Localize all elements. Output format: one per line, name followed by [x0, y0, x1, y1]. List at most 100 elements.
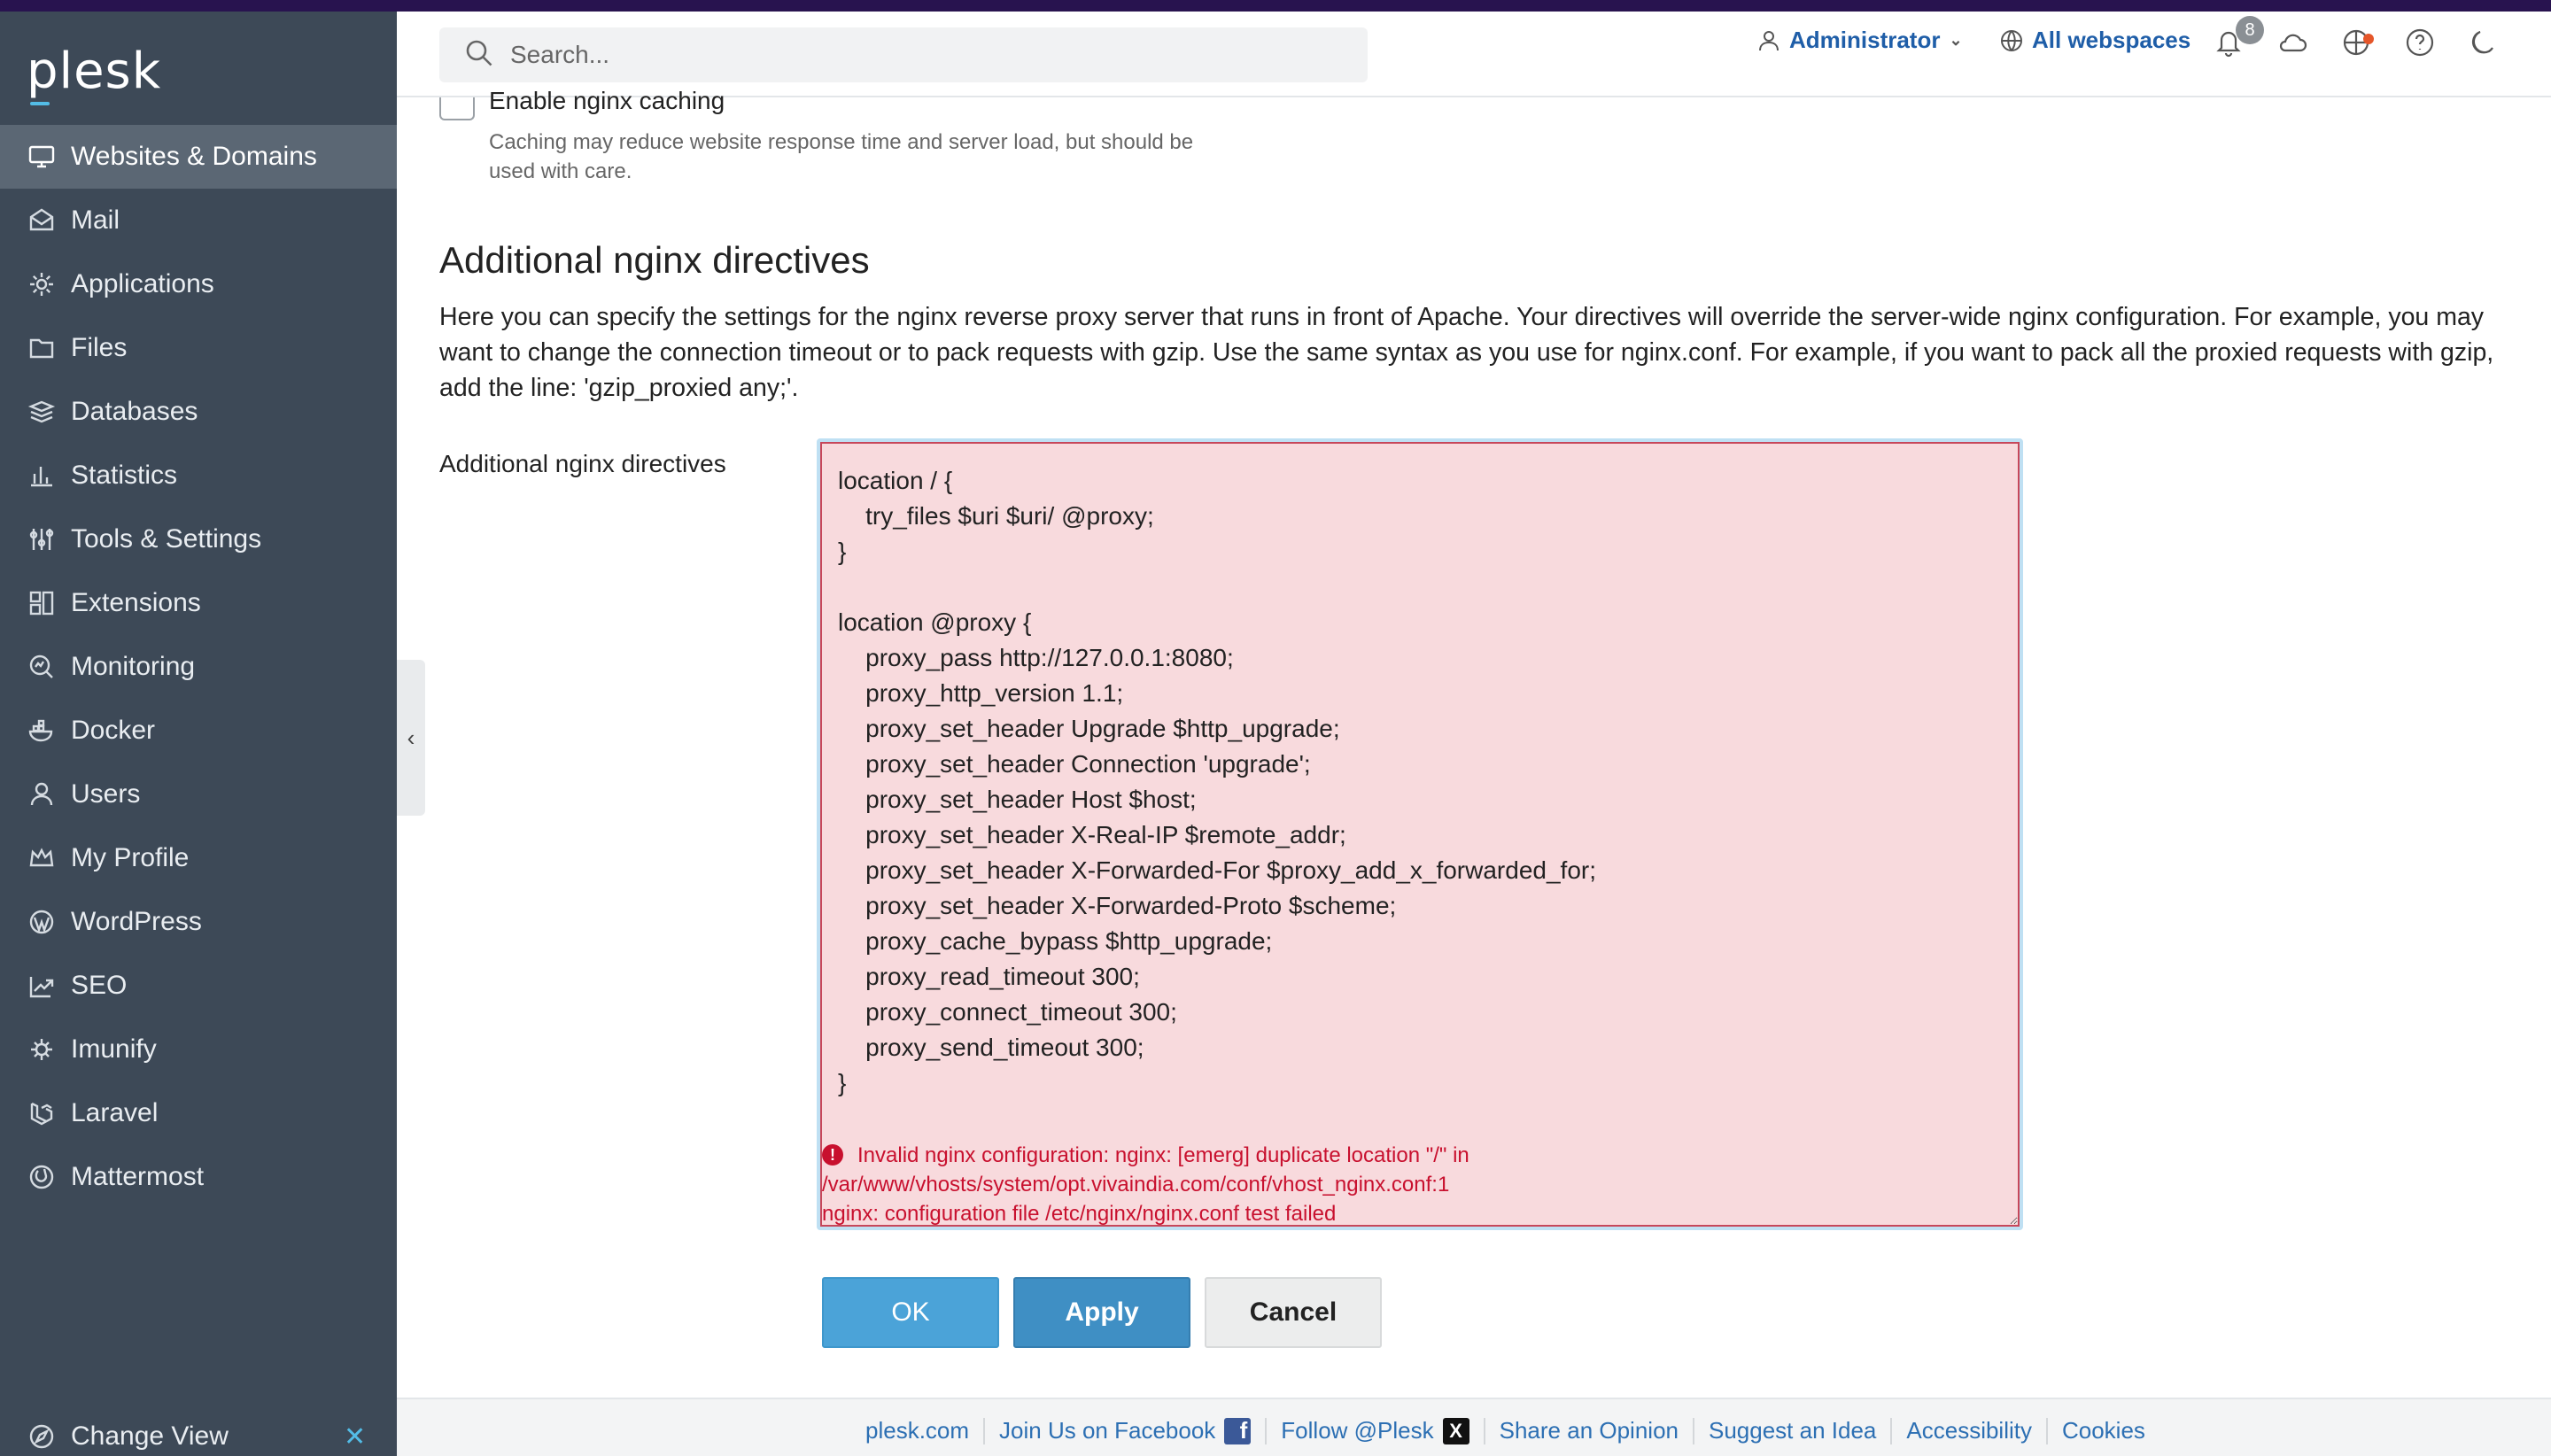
notification-count-badge: 8	[2236, 16, 2264, 44]
sidebar-item-label: My Profile	[71, 843, 190, 872]
sidebar-item-extensions[interactable]: Extensions	[0, 571, 397, 635]
sidebar-item-label: Tools & Settings	[71, 524, 262, 554]
webspaces-label: All webspaces	[2032, 27, 2191, 53]
sidebar-item-mail[interactable]: Mail	[0, 189, 397, 252]
mattermost-icon	[27, 1162, 57, 1192]
sidebar-item-docker[interactable]: Docker	[0, 699, 397, 763]
plesk-logo[interactable]: plesk	[27, 43, 161, 100]
search-box[interactable]	[439, 27, 1368, 82]
crown-icon	[27, 843, 57, 873]
sidebar-item-label: Files	[71, 333, 128, 362]
sidebar-item-imunify[interactable]: Imunify	[0, 1018, 397, 1081]
folder-icon	[27, 333, 57, 363]
sidebar-item-label: Laravel	[71, 1098, 159, 1127]
section-description: Here you can specify the settings for th…	[439, 303, 2494, 402]
sidebar: plesk Websites & Domains Mail Applicatio…	[0, 12, 397, 1456]
sidebar-item-label: Mail	[71, 205, 120, 235]
footer-link-accessibility[interactable]: Accessibility	[1906, 1417, 2032, 1444]
footer-link-facebook[interactable]: Join Us on Facebook	[999, 1417, 1215, 1444]
change-view-label: Change View	[71, 1421, 229, 1451]
sidebar-item-users[interactable]: Users	[0, 763, 397, 826]
extensions-icon	[27, 588, 57, 618]
cancel-button[interactable]: Cancel	[1205, 1277, 1382, 1348]
wordpress-icon	[27, 907, 57, 937]
sidebar-item-label: Docker	[71, 716, 156, 745]
sidebar-item-websites-domains[interactable]: Websites & Domains	[0, 125, 397, 189]
footer-separator	[2045, 1417, 2048, 1444]
footer: plesk.com Join Us on Facebook f Follow @…	[397, 1398, 2551, 1456]
user-icon	[27, 779, 57, 809]
sidebar-item-applications[interactable]: Applications	[0, 252, 397, 316]
sidebar-item-label: Monitoring	[71, 652, 196, 681]
caching-description: Caching may reduce website response time…	[489, 130, 1194, 183]
footer-separator	[1890, 1417, 1893, 1444]
docker-icon	[27, 716, 57, 746]
top-strip	[0, 0, 2551, 12]
sidebar-item-mattermost[interactable]: Mattermost	[0, 1145, 397, 1209]
webspaces-menu[interactable]: All webspaces	[2000, 27, 2190, 54]
sidebar-item-files[interactable]: Files	[0, 316, 397, 380]
cloud-icon[interactable]	[2276, 27, 2308, 58]
user-icon	[1757, 29, 1780, 52]
apply-button[interactable]: Apply	[1013, 1277, 1190, 1348]
help-icon[interactable]	[2404, 27, 2436, 58]
sidebar-collapse-button[interactable]: ‹	[397, 660, 425, 816]
sidebar-item-label: Applications	[71, 269, 214, 298]
user-name: Administrator	[1789, 27, 1941, 53]
alert-dot	[2363, 34, 2374, 44]
logo-accent	[30, 102, 50, 105]
footer-links: plesk.com Join Us on Facebook f Follow @…	[865, 1417, 2145, 1444]
change-view-icon	[27, 1421, 57, 1452]
sidebar-item-label: Websites & Domains	[71, 142, 317, 171]
sidebar-item-label: SEO	[71, 971, 128, 1000]
directives-textarea-wrapper	[817, 438, 2023, 1230]
sidebar-item-label: Mattermost	[71, 1162, 205, 1191]
seo-icon	[27, 971, 57, 1001]
mail-icon	[27, 205, 57, 236]
change-view-button[interactable]: Change View ✕	[27, 1421, 366, 1452]
facebook-icon[interactable]: f	[1224, 1417, 1252, 1444]
footer-separator	[1483, 1417, 1485, 1444]
validation-error: ! Invalid nginx configuration: nginx: [e…	[822, 1141, 1619, 1228]
enable-caching-checkbox[interactable]	[439, 97, 475, 120]
enable-caching-label[interactable]: Enable nginx caching	[489, 87, 725, 115]
sidebar-item-statistics[interactable]: Statistics	[0, 444, 397, 507]
sidebar-item-tools-settings[interactable]: Tools & Settings	[0, 507, 397, 571]
sidebar-item-databases[interactable]: Databases	[0, 380, 397, 444]
sidebar-item-my-profile[interactable]: My Profile	[0, 826, 397, 890]
sliders-icon	[27, 524, 57, 554]
error-line-1: Invalid nginx configuration: nginx: [eme…	[857, 1143, 1469, 1167]
footer-link-cookies[interactable]: Cookies	[2062, 1417, 2145, 1444]
sidebar-item-monitoring[interactable]: Monitoring	[0, 635, 397, 699]
sidebar-nav: Websites & Domains Mail Applications Fil…	[0, 125, 397, 1209]
footer-link-opinion[interactable]: Share an Opinion	[1500, 1417, 1679, 1444]
imunify-icon	[27, 1034, 57, 1065]
user-menu[interactable]: Administrator ⌄	[1757, 27, 1963, 54]
section-title: Additional nginx directives	[439, 239, 870, 281]
footer-separator	[983, 1417, 986, 1444]
monitoring-icon	[27, 652, 57, 682]
sidebar-item-seo[interactable]: SEO	[0, 954, 397, 1018]
search-icon	[464, 38, 494, 73]
sidebar-item-label: Users	[71, 779, 141, 809]
error-icon: !	[822, 1144, 843, 1166]
close-icon[interactable]: ✕	[344, 1421, 366, 1452]
laravel-icon	[27, 1098, 57, 1128]
nginx-directives-textarea[interactable]	[820, 442, 2020, 1227]
x-logo-icon[interactable]: X	[1442, 1417, 1469, 1444]
footer-link-idea[interactable]: Suggest an Idea	[1709, 1417, 1876, 1444]
dark-mode-icon[interactable]	[2468, 27, 2500, 58]
database-icon	[27, 397, 57, 427]
footer-link-plesk[interactable]: plesk.com	[865, 1417, 969, 1444]
footer-separator	[1265, 1417, 1268, 1444]
error-line-2: /var/www/vhosts/system/opt.vivaindia.com…	[822, 1173, 1450, 1197]
sidebar-item-wordpress[interactable]: WordPress	[0, 890, 397, 954]
ok-button[interactable]: OK	[822, 1277, 999, 1348]
sidebar-item-laravel[interactable]: Laravel	[0, 1081, 397, 1145]
monitor-icon	[27, 142, 57, 172]
sidebar-item-label: WordPress	[71, 907, 202, 936]
sidebar-item-label: Extensions	[71, 588, 201, 617]
sidebar-item-label: Imunify	[71, 1034, 157, 1064]
search-input[interactable]	[510, 41, 1307, 69]
footer-link-follow[interactable]: Follow @Plesk	[1281, 1417, 1433, 1444]
